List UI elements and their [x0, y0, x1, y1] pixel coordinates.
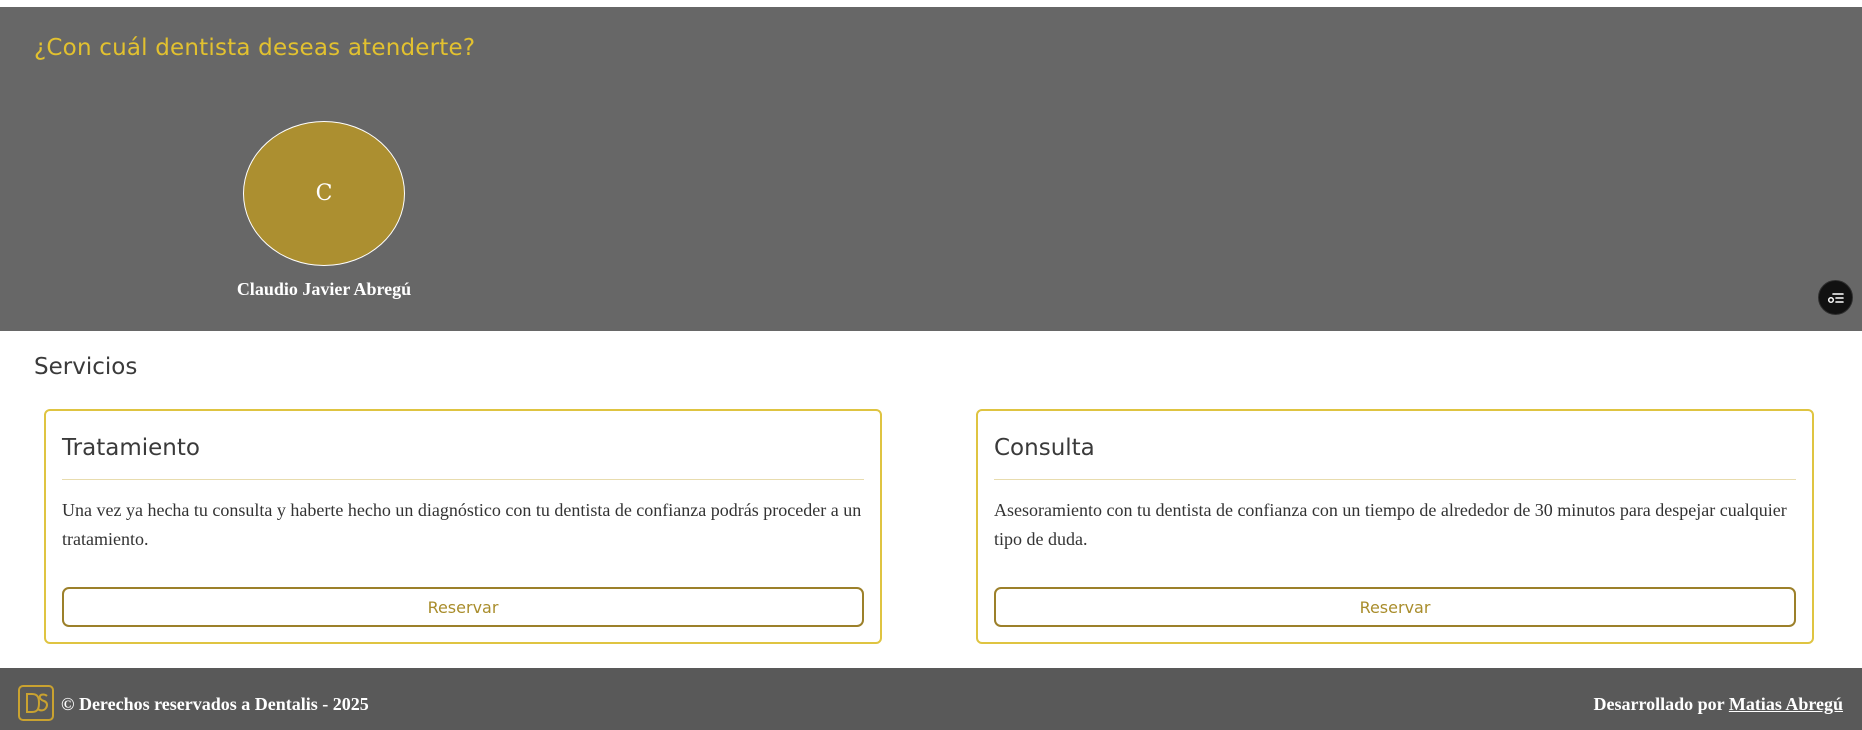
filter-icon	[1827, 292, 1844, 303]
developer-credit: Desarrollado por Matias Abregú	[1593, 694, 1843, 715]
dentist-name: Claudio Javier Abregú	[236, 279, 412, 299]
developer-link[interactable]: Matias Abregú	[1729, 694, 1843, 714]
credit-prefix: Desarrollado por	[1593, 694, 1725, 714]
page: ¿Con cuál dentista deseas atenderte? C C…	[0, 0, 1862, 730]
service-description: Una vez ya hecha tu consulta y haberte h…	[62, 500, 862, 549]
service-name: Tratamiento	[62, 411, 864, 480]
service-card-consulta: Consulta Asesoramiento con tu dentista d…	[976, 409, 1814, 644]
floating-action-button[interactable]	[1818, 280, 1853, 315]
dentist-section-title: ¿Con cuál dentista deseas atenderte?	[34, 35, 476, 61]
reserve-button[interactable]: Reservar	[994, 587, 1796, 627]
avatar[interactable]: C	[243, 121, 405, 266]
service-card-tratamiento: Tratamiento Una vez ya hecha tu consulta…	[44, 409, 882, 644]
copyright-text: © Derechos reservados a Dentalis - 2025	[61, 694, 369, 714]
dentist-selection-section: ¿Con cuál dentista deseas atenderte? C C…	[0, 7, 1862, 331]
dentalis-logo-icon	[18, 685, 54, 721]
reserve-button[interactable]: Reservar	[62, 587, 864, 627]
service-name: Consulta	[994, 411, 1796, 480]
services-title: Servicios	[34, 354, 138, 380]
dentist-card[interactable]: C Claudio Javier Abregú	[234, 121, 414, 300]
service-description: Asesoramiento con tu dentista de confian…	[994, 500, 1787, 549]
avatar-initial: C	[315, 181, 333, 206]
footer: © Derechos reservados a Dentalis - 2025 …	[0, 668, 1862, 730]
